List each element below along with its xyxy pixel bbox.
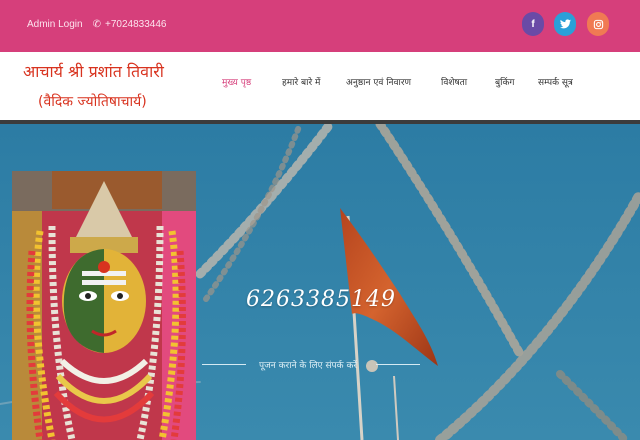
nav-about[interactable]: हमारे बारे में <box>282 75 320 89</box>
top-phone[interactable]: ✆ +7024833446 <box>93 19 167 30</box>
facebook-icon[interactable]: f <box>522 12 544 36</box>
hero-banner: 6263385149 पूजन कराने के लिए संपर्क करें <box>0 124 640 440</box>
top-phone-number: +7024833446 <box>104 19 167 30</box>
nav-contact[interactable]: सम्पर्क सूत्र <box>538 75 573 89</box>
tagline-divider-right <box>376 364 420 365</box>
site-header: आचार्य श्री प्रशांत तिवारी (वैदिक ज्योति… <box>0 52 640 120</box>
instagram-glyph <box>593 19 603 29</box>
tagline-divider-left <box>202 364 246 365</box>
admin-login-link[interactable]: Admin Login <box>27 19 83 30</box>
nav-booking[interactable]: बुकिंग <box>495 75 514 89</box>
logo-title[interactable]: आचार्य श्री प्रशांत तिवारी <box>23 60 164 82</box>
twitter-bird-glyph <box>559 19 571 29</box>
phone-icon: ✆ <box>92 18 101 30</box>
deity-photo <box>12 171 196 440</box>
hero-tagline: पूजन कराने के लिए संपर्क करें <box>259 361 358 371</box>
nav-speciality[interactable]: विशेषता <box>441 75 467 89</box>
nav-rituals[interactable]: अनुष्ठान एवं निवारण <box>346 75 411 89</box>
hero-phone-number[interactable]: 6263385149 <box>246 287 396 312</box>
top-bar-left: Admin Login ✆ +7024833446 <box>27 19 166 30</box>
nav-home[interactable]: मुख्य पृष्ठ <box>222 75 251 89</box>
twitter-icon[interactable] <box>554 12 576 36</box>
logo-subtitle: (वैदिक ज्योतिषाचार्य) <box>38 94 147 110</box>
top-bar: Admin Login ✆ +7024833446 f <box>0 0 640 52</box>
instagram-icon[interactable] <box>587 12 609 36</box>
